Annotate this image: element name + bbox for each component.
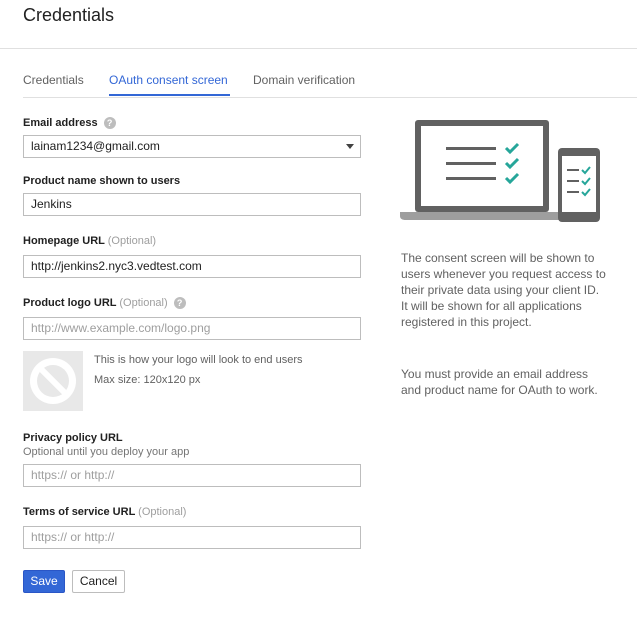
optional-tag: (Optional) bbox=[119, 297, 168, 309]
consent-requirement-text: You must provide an email address and pr… bbox=[401, 367, 598, 397]
logo-size-note: Max size: 120x120 px bbox=[94, 374, 201, 386]
logo-url-input[interactable]: http://www.example.com/logo.png bbox=[23, 317, 361, 340]
optional-tag: (Optional) bbox=[138, 506, 187, 518]
logo-url-label: Product logo URL (Optional)? bbox=[23, 297, 186, 310]
homepage-url-input[interactable]: http://jenkins2.nyc3.vedtest.com bbox=[23, 255, 361, 278]
title-divider bbox=[0, 48, 637, 49]
privacy-policy-input[interactable]: https:// or http:// bbox=[23, 464, 361, 487]
logo-url-label-text: Product logo URL bbox=[23, 297, 117, 309]
help-icon[interactable]: ? bbox=[173, 297, 186, 310]
chevron-down-icon bbox=[346, 144, 354, 149]
no-image-icon bbox=[30, 358, 76, 404]
tabs-divider bbox=[23, 97, 637, 98]
email-label-text: Email address bbox=[23, 117, 98, 129]
privacy-policy-label: Privacy policy URL bbox=[23, 432, 123, 444]
privacy-policy-sublabel: Optional until you deploy your app bbox=[23, 446, 190, 458]
laptop-icon bbox=[400, 120, 564, 220]
product-name-label: Product name shown to users bbox=[23, 175, 181, 187]
consent-info-text: The consent screen will be shown to user… bbox=[401, 251, 606, 329]
help-icon[interactable]: ? bbox=[103, 117, 116, 130]
email-select-value: lainam1234@gmail.com bbox=[31, 139, 160, 153]
homepage-label-text: Homepage URL bbox=[23, 235, 105, 247]
tab-credentials[interactable]: Credentials bbox=[23, 73, 84, 87]
terms-label: Terms of service URL (Optional) bbox=[23, 506, 186, 518]
tab-domain-verification[interactable]: Domain verification bbox=[253, 73, 355, 87]
consent-screen-illustration bbox=[400, 120, 600, 222]
tab-oauth-consent-screen[interactable]: OAuth consent screen bbox=[109, 73, 228, 87]
homepage-label: Homepage URL (Optional) bbox=[23, 235, 156, 247]
phone-icon bbox=[558, 148, 600, 222]
logo-preview-note: This is how your logo will look to end u… bbox=[94, 354, 303, 366]
active-tab-indicator bbox=[109, 94, 230, 96]
save-button[interactable]: Save bbox=[23, 570, 65, 593]
product-name-input[interactable]: Jenkins bbox=[23, 193, 361, 216]
terms-of-service-input[interactable]: https:// or http:// bbox=[23, 526, 361, 549]
logo-preview bbox=[23, 351, 83, 411]
terms-label-text: Terms of service URL bbox=[23, 506, 136, 518]
page-title: Credentials bbox=[23, 5, 115, 25]
email-select[interactable]: lainam1234@gmail.com bbox=[23, 135, 361, 158]
cancel-button[interactable]: Cancel bbox=[72, 570, 125, 593]
email-label: Email address? bbox=[23, 117, 116, 130]
optional-tag: (Optional) bbox=[107, 235, 157, 247]
